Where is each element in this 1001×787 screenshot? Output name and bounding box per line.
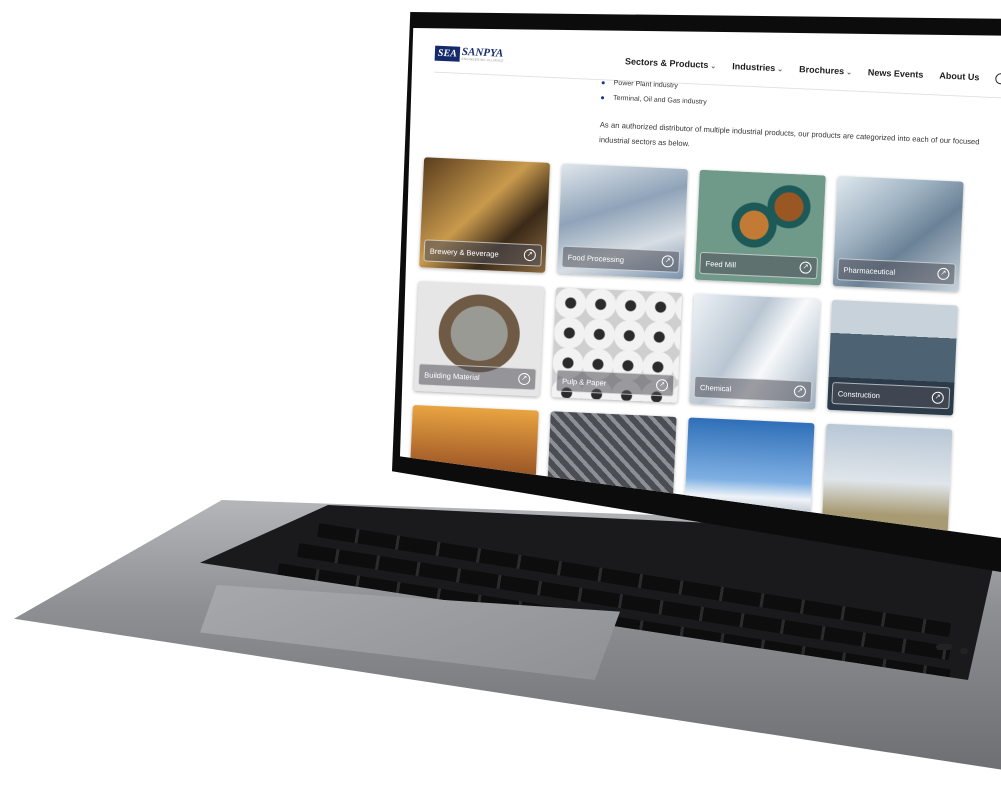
sector-card-label: Brewery & Beverage	[429, 246, 499, 259]
chevron-down-icon: ⌄	[777, 66, 784, 74]
nav-sectors-products[interactable]: Sectors & Products ⌄	[625, 56, 717, 70]
navbar: SEA SANPYA ENGINEERING ALLIANCE Sectors …	[434, 33, 1001, 99]
sd-card-port	[936, 644, 952, 650]
nav-news-events[interactable]: News Events	[868, 67, 924, 80]
list-item: Terminal, Oil and Gas industry	[601, 94, 707, 106]
sector-card-label: Food Processing	[567, 252, 625, 264]
sector-card-label: Construction	[837, 388, 881, 400]
industry-bullet-list: Power Plant industry Terminal, Oil and G…	[601, 79, 708, 114]
arrow-up-right-icon[interactable]: ↗	[937, 267, 950, 281]
sector-card-label: Chemical	[699, 382, 732, 393]
sector-card-label: Feed Mill	[705, 258, 737, 269]
sector-card-pulp-paper[interactable]: Pulp & Paper ↗	[551, 287, 683, 403]
sector-card-chemical[interactable]: Chemical ↗	[689, 293, 821, 410]
arrow-up-right-icon[interactable]: ↗	[661, 255, 674, 268]
arrow-up-right-icon[interactable]: ↗	[793, 385, 807, 398]
arrow-up-right-icon[interactable]: ↗	[799, 261, 812, 274]
search-icon[interactable]	[995, 72, 1001, 85]
logo-mark: SEA	[434, 45, 461, 62]
sector-card-brewery-beverage[interactable]: Brewery & Beverage ↗	[419, 157, 551, 273]
logo-tagline: ENGINEERING ALLIANCE	[461, 56, 504, 63]
sector-card-food-processing[interactable]: Food Processing ↗	[557, 163, 688, 280]
arrow-up-right-icon[interactable]: ↗	[931, 391, 945, 405]
brand-logo[interactable]: SEA SANPYA ENGINEERING ALLIANCE	[434, 45, 505, 63]
chevron-down-icon: ⌄	[710, 63, 717, 71]
laptop-screen: SEA SANPYA ENGINEERING ALLIANCE Sectors …	[400, 28, 1001, 538]
nav-brochures[interactable]: Brochures ⌄	[799, 64, 852, 76]
sector-card-label: Pulp & Paper	[561, 376, 607, 388]
sector-card-label: Pharmaceutical	[843, 264, 896, 277]
sector-card-construction[interactable]: Construction ↗	[827, 299, 958, 416]
nav-industries[interactable]: Industries ⌄	[732, 61, 783, 73]
sector-card-label: Building Material	[424, 369, 480, 382]
sector-card-pharmaceutical[interactable]: Pharmaceutical ↗	[832, 176, 964, 292]
arrow-up-right-icon[interactable]: ↗	[517, 372, 531, 386]
arrow-up-right-icon[interactable]: ↗	[523, 248, 537, 262]
chevron-down-icon: ⌄	[845, 69, 853, 77]
intro-paragraph: As an authorized distributor of multiple…	[598, 120, 980, 149]
website: SEA SANPYA ENGINEERING ALLIANCE Sectors …	[400, 28, 1001, 538]
arrow-up-right-icon[interactable]: ↗	[655, 378, 669, 392]
sector-card-building-material[interactable]: Building Material ↗	[413, 281, 545, 397]
sector-card-feed-mill[interactable]: Feed Mill ↗	[694, 169, 826, 286]
usb-c-port	[960, 648, 968, 654]
nav-about-us[interactable]: About Us	[939, 71, 979, 83]
